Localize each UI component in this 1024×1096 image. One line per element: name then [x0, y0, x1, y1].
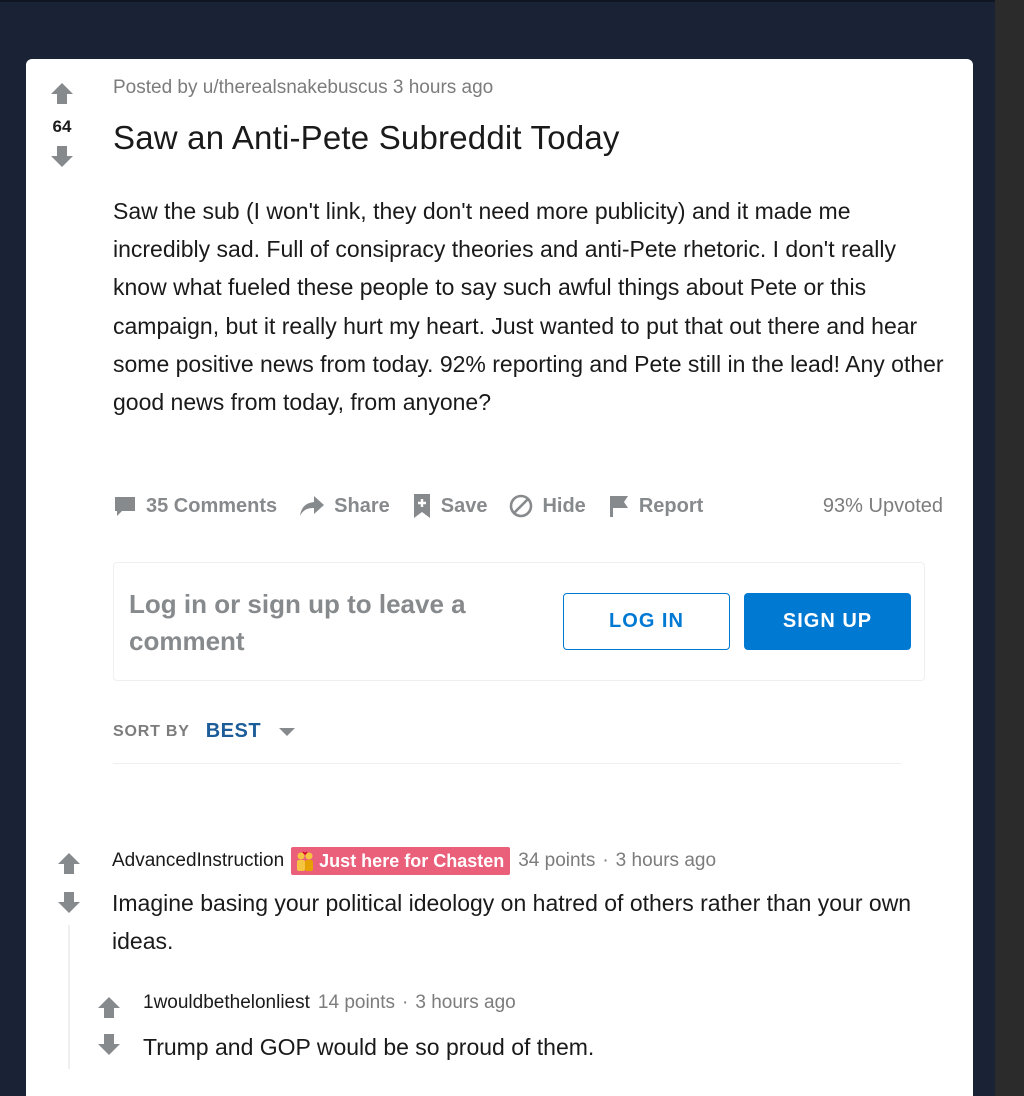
- meta-separator: ·: [402, 992, 409, 1013]
- flag-icon: [609, 496, 628, 517]
- hide-icon: [510, 494, 533, 518]
- reply-points: 14 points: [317, 992, 396, 1013]
- downvote-icon[interactable]: [49, 143, 75, 169]
- report-button[interactable]: Report: [608, 494, 703, 518]
- scrollbar-track[interactable]: [995, 0, 1024, 1096]
- comment-author[interactable]: AdvancedInstruction: [112, 850, 284, 872]
- upvote-icon[interactable]: [56, 851, 82, 877]
- post-actions-bar: 35 Comments Share Save Hide Report 93% U…: [113, 489, 943, 523]
- hide-button[interactable]: Hide: [509, 494, 586, 518]
- divider: [113, 763, 901, 764]
- comment-points: 34 points: [518, 850, 596, 871]
- post-meta: Posted by u/therealsnakebuscus 3 hours a…: [113, 77, 494, 98]
- sort-value[interactable]: BEST: [206, 720, 261, 743]
- flair-text: Just here for Chasten: [319, 850, 505, 871]
- save-label: Save: [440, 494, 488, 517]
- thread-line[interactable]: [68, 925, 70, 1069]
- meta-separator: ·: [602, 850, 609, 871]
- downvote-icon[interactable]: [56, 889, 82, 915]
- upvote-icon[interactable]: [96, 995, 122, 1021]
- post-score: 64: [52, 117, 72, 136]
- post-vote-column: 64: [46, 81, 78, 169]
- comment-vote-column: [56, 851, 82, 915]
- login-prompt-text: Log in or sign up to leave a comment: [129, 589, 466, 656]
- post-card: 64 Posted by u/therealsnakebuscus 3 hour…: [26, 59, 973, 1096]
- top-edge: [0, 0, 995, 2]
- upvote-icon[interactable]: [49, 81, 75, 107]
- caret-down-icon[interactable]: [279, 727, 296, 737]
- post-body: Saw the sub (I won't link, they don't ne…: [113, 198, 944, 416]
- reply-time: 3 hours ago: [415, 992, 516, 1013]
- sort-control[interactable]: SORT BY BEST: [113, 720, 296, 743]
- comment-icon: [115, 497, 135, 516]
- bookmark-icon: [413, 494, 430, 518]
- reply-meta: 1wouldbethelonliest 14 points · 3 hours …: [143, 992, 516, 1014]
- upvoted-percentage: 93% Upvoted: [822, 494, 943, 517]
- log-in-button[interactable]: LOG IN: [563, 593, 730, 650]
- reply-vote-column: [96, 995, 122, 1057]
- user-flair: Just here for Chasten: [291, 847, 511, 875]
- share-icon: [300, 496, 325, 516]
- hide-label: Hide: [542, 494, 586, 517]
- save-button[interactable]: Save: [412, 493, 488, 519]
- comment-time: 3 hours ago: [615, 850, 717, 871]
- comments-label: 35 Comments: [146, 494, 278, 517]
- downvote-icon[interactable]: [96, 1031, 122, 1057]
- post-title[interactable]: Saw an Anti-Pete Subreddit Today: [113, 119, 620, 157]
- share-label: Share: [334, 494, 390, 517]
- report-label: Report: [638, 494, 704, 517]
- comments-button[interactable]: 35 Comments: [113, 494, 277, 518]
- comment-meta: AdvancedInstruction Just here for Chaste…: [112, 847, 716, 875]
- comment-text: Imagine basing your political ideology o…: [112, 890, 912, 954]
- couple-emoji-icon: [297, 851, 314, 871]
- sign-up-button[interactable]: SIGN UP: [744, 593, 911, 650]
- reply-author[interactable]: 1wouldbethelonliest: [143, 992, 310, 1014]
- reply-text: Trump and GOP would be so proud of them.: [143, 1034, 595, 1060]
- sort-label: SORT BY: [113, 722, 190, 740]
- share-button[interactable]: Share: [299, 495, 390, 518]
- login-prompt-box: Log in or sign up to leave a comment LOG…: [113, 562, 925, 681]
